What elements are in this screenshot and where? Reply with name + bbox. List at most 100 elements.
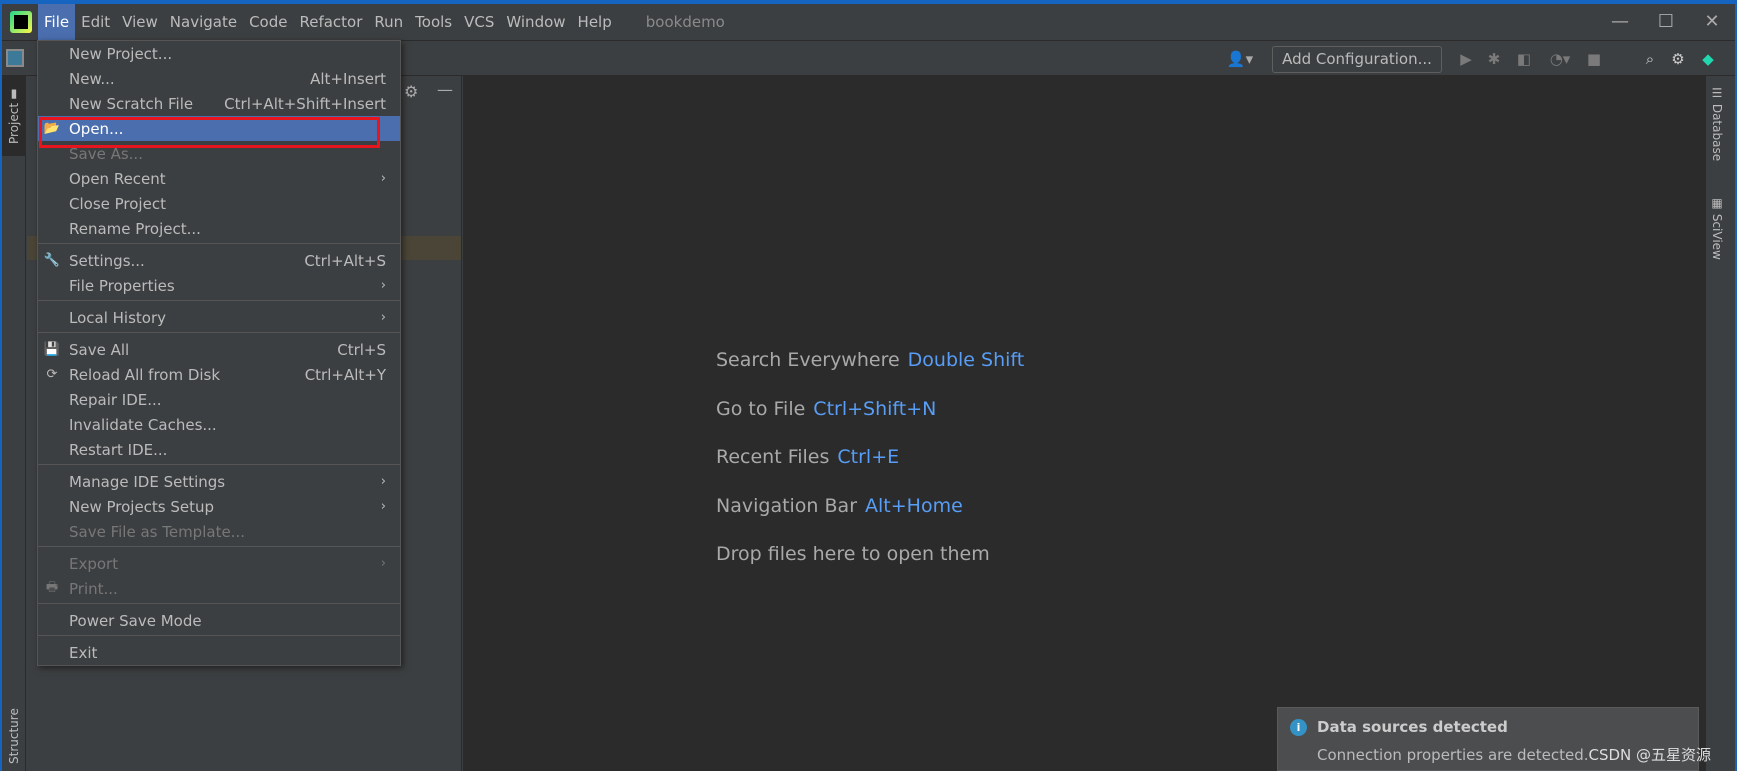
pycharm-logo-icon bbox=[10, 11, 32, 33]
close-button[interactable]: ✕ bbox=[1689, 4, 1735, 40]
stop-icon[interactable]: ■ bbox=[1582, 46, 1606, 72]
coverage-icon[interactable]: ◧ bbox=[1512, 46, 1536, 72]
file-menu-item-restart-ide[interactable]: Restart IDE... bbox=[38, 437, 400, 462]
file-menu-item-local-history[interactable]: Local History › bbox=[38, 305, 400, 330]
hint-shortcut: Double Shift bbox=[907, 349, 1025, 371]
menu-item-label: Rename Project... bbox=[69, 219, 201, 238]
welcome-hint: Drop files here to open them bbox=[716, 543, 990, 565]
welcome-hint: Search Everywhere Double Shift bbox=[716, 349, 1024, 371]
menu-item-label: Power Save Mode bbox=[69, 611, 202, 630]
menu-item-label: Open Recent bbox=[69, 169, 166, 188]
title-bar: File Edit View Navigate Code Refactor Run Tools… bbox=[2, 4, 1735, 40]
notification-title: Data sources detected bbox=[1317, 718, 1508, 736]
menu-window[interactable]: Window bbox=[500, 4, 571, 40]
tab-structure-label: Structure bbox=[7, 708, 21, 764]
hint-shortcut: Ctrl+E bbox=[837, 446, 900, 468]
file-menu-item-new-scratch-file[interactable]: New Scratch File Ctrl+Alt+Shift+Insert bbox=[38, 91, 400, 116]
menu-item-shortcut: Alt+Insert bbox=[310, 69, 386, 88]
profile-icon[interactable]: ◔▾ bbox=[1542, 46, 1578, 72]
tab-structure[interactable]: Structure bbox=[2, 701, 26, 771]
file-menu-item-save-all[interactable]: 💾 Save All Ctrl+S bbox=[38, 337, 400, 362]
menu-run[interactable]: Run bbox=[368, 4, 409, 40]
run-icon[interactable]: ▶ bbox=[1454, 46, 1478, 72]
menu-item-label: New Projects Setup bbox=[69, 497, 215, 516]
highlight-box bbox=[39, 117, 380, 148]
submenu-arrow-icon: › bbox=[380, 310, 386, 325]
welcome-hint: Recent Files Ctrl+E bbox=[716, 446, 899, 468]
submenu-arrow-icon: › bbox=[380, 474, 386, 489]
editor-area bbox=[463, 76, 1705, 771]
menu-item-label: File Properties bbox=[69, 276, 175, 295]
hint-label: Go to File bbox=[716, 397, 806, 420]
menu-code[interactable]: Code bbox=[243, 4, 293, 40]
hint-label: Drop files here to open them bbox=[716, 543, 990, 565]
maximize-button[interactable]: ☐ bbox=[1643, 4, 1689, 40]
menu-file[interactable]: File bbox=[38, 4, 76, 40]
menu-item-label: Manage IDE Settings bbox=[69, 472, 226, 491]
file-menu-item-rename-project[interactable]: Rename Project... bbox=[38, 216, 400, 241]
file-menu-item-export: Export › bbox=[38, 551, 400, 576]
welcome-hint: Go to File Ctrl+Shift+N bbox=[716, 398, 936, 420]
notification-body: Connection properties are detected. bbox=[1317, 746, 1589, 764]
menu-edit[interactable]: Edit bbox=[75, 4, 116, 40]
file-menu-item-reload-all-from-disk[interactable]: ⟳ Reload All from Disk Ctrl+Alt+Y bbox=[38, 362, 400, 387]
tab-project-label: Project bbox=[7, 102, 21, 144]
tab-database[interactable]: ☰ Database bbox=[1710, 86, 1724, 161]
add-configuration-button[interactable]: Add Configuration... bbox=[1272, 46, 1442, 73]
file-menu-item-new-project[interactable]: New Project... bbox=[38, 41, 400, 66]
gear-icon[interactable]: ⚙ bbox=[1666, 46, 1690, 72]
submenu-arrow-icon: › bbox=[380, 278, 386, 293]
menu-item-shortcut: Ctrl+Alt+S bbox=[304, 251, 386, 270]
window-title: bookdemo bbox=[645, 13, 725, 31]
file-menu-item-power-save-mode[interactable]: Power Save Mode bbox=[38, 608, 400, 633]
tab-project[interactable]: Project ▮ bbox=[2, 76, 26, 156]
menu-item-label: New Scratch File bbox=[69, 94, 194, 113]
welcome-hint: Navigation Bar Alt+Home bbox=[716, 495, 963, 517]
jetbrains-toolbox-icon[interactable]: ◆ bbox=[1696, 46, 1720, 72]
project-view-icon[interactable] bbox=[6, 49, 24, 67]
menu-help[interactable]: Help bbox=[572, 4, 618, 40]
file-menu-item-invalidate-caches[interactable]: Invalidate Caches... bbox=[38, 412, 400, 437]
file-menu-item-new[interactable]: New... Alt+Insert bbox=[38, 66, 400, 91]
file-menu-item-repair-ide[interactable]: Repair IDE... bbox=[38, 387, 400, 412]
vcs-user-icon[interactable]: 👤▾ bbox=[1220, 46, 1260, 72]
print-icon: 🖶 bbox=[45, 579, 59, 595]
watermark: CSDN @五星资源 bbox=[1588, 746, 1712, 764]
menu-item-shortcut: Ctrl+S bbox=[337, 340, 386, 359]
menu-item-label: Repair IDE... bbox=[69, 390, 162, 409]
notification-balloon[interactable]: i Data sources detected Connection prope… bbox=[1277, 707, 1711, 771]
menu-item-shortcut: Ctrl+Alt+Y bbox=[304, 365, 386, 384]
menu-item-label: Exit bbox=[69, 643, 98, 662]
hint-label: Recent Files bbox=[716, 446, 830, 468]
hide-panel-icon[interactable]: — bbox=[437, 80, 453, 99]
menu-bar: File Edit View Navigate Code Refactor Run Tools… bbox=[38, 4, 618, 40]
tab-database-label: Database bbox=[1710, 103, 1724, 162]
tab-sciview[interactable]: ▦ SciView bbox=[1710, 196, 1724, 260]
menu-navigate[interactable]: Navigate bbox=[164, 4, 243, 40]
menu-item-label: Invalidate Caches... bbox=[69, 415, 217, 434]
file-menu-item-open-recent[interactable]: Open Recent › bbox=[38, 166, 400, 191]
file-menu-item-new-projects-setup[interactable]: New Projects Setup › bbox=[38, 494, 400, 519]
debug-icon[interactable]: ✱ bbox=[1482, 46, 1506, 72]
right-tool-stripe: ☰ Database ▦ SciView bbox=[1705, 76, 1735, 771]
menu-view[interactable]: View bbox=[116, 4, 164, 40]
wrench-icon: 🔧 bbox=[43, 253, 61, 268]
settings-gear-icon[interactable]: ⚙ bbox=[404, 82, 418, 101]
info-icon: i bbox=[1290, 719, 1307, 736]
menu-refactor[interactable]: Refactor bbox=[293, 4, 368, 40]
menu-vcs[interactable]: VCS bbox=[458, 4, 500, 40]
save-icon: 💾 bbox=[43, 342, 61, 357]
menu-item-label: Export bbox=[69, 554, 119, 573]
file-menu-item-close-project[interactable]: Close Project bbox=[38, 191, 400, 216]
file-menu-item-settings[interactable]: 🔧 Settings... Ctrl+Alt+S bbox=[38, 248, 400, 273]
minimize-button[interactable]: — bbox=[1597, 4, 1643, 40]
file-menu-item-save-file-as-template: Save File as Template... bbox=[38, 519, 400, 544]
file-menu-item-manage-ide-settings[interactable]: Manage IDE Settings › bbox=[38, 469, 400, 494]
submenu-arrow-icon: › bbox=[380, 171, 386, 186]
file-menu-item-file-properties[interactable]: File Properties › bbox=[38, 273, 400, 298]
submenu-arrow-icon: › bbox=[380, 556, 386, 571]
search-icon[interactable]: ⌕ bbox=[1638, 46, 1662, 72]
file-menu-item-exit[interactable]: Exit bbox=[38, 640, 400, 665]
menu-tools[interactable]: Tools bbox=[409, 4, 458, 40]
menu-item-label: Print... bbox=[69, 579, 118, 598]
